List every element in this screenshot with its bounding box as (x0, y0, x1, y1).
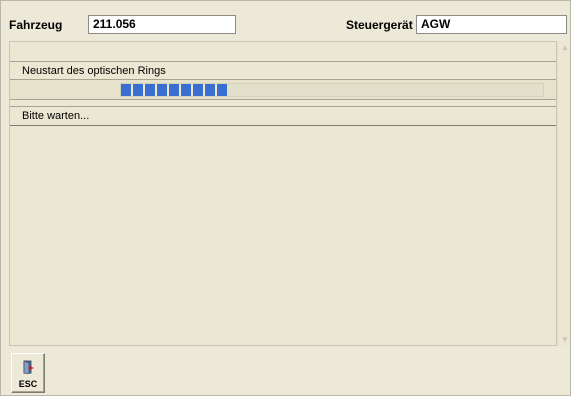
vehicle-label: Fahrzeug (9, 18, 63, 32)
ecu-field: AGW (416, 15, 567, 34)
progress-bar (120, 83, 544, 97)
esc-label: ESC (18, 379, 38, 389)
exit-door-icon (23, 360, 34, 374)
vehicle-field: 211.056 (88, 15, 236, 34)
progress-row (10, 80, 556, 100)
scrollbar[interactable]: ▲ ▼ (557, 41, 570, 346)
scroll-down-icon[interactable]: ▼ (561, 335, 569, 344)
esc-button[interactable]: ESC (11, 353, 45, 393)
panel-title: Neustart des optischen Rings (10, 61, 556, 80)
ecu-label: Steuergerät (346, 18, 413, 32)
progress-fill (121, 84, 227, 96)
main-panel: Neustart des optischen Rings Bitte warte… (9, 41, 557, 346)
status-text: Bitte warten... (10, 106, 556, 126)
scroll-up-icon[interactable]: ▲ (561, 43, 569, 52)
app-window: Fahrzeug 211.056 Steuergerät AGW Neustar… (0, 0, 571, 396)
